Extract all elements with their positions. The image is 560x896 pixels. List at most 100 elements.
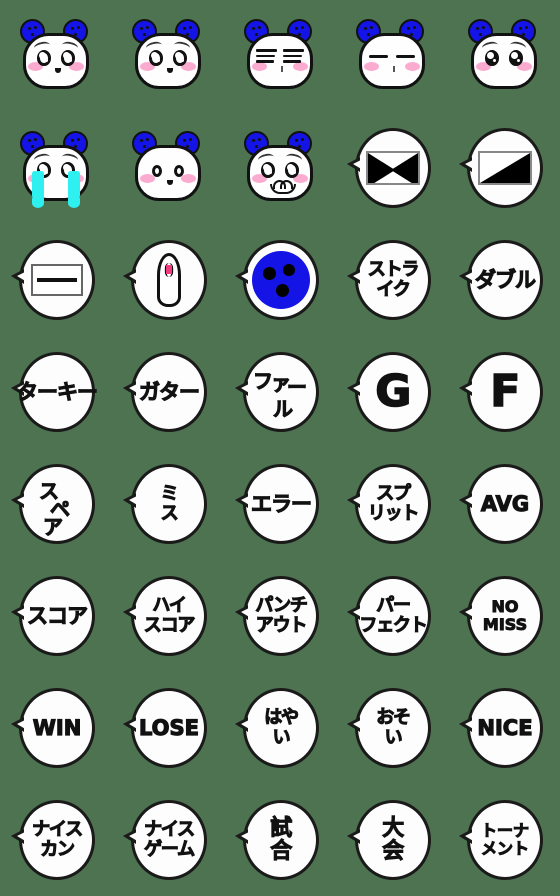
ear-hole	[301, 138, 304, 141]
emoji-cell-2[interactable]	[112, 0, 224, 112]
emoji-cell-21[interactable]: スペア	[0, 448, 112, 560]
bubble-nice-game[interactable]: ナイス ゲーム	[122, 794, 214, 886]
emoji-cell-36[interactable]: ナイス カン	[0, 784, 112, 896]
emoji-cell-18[interactable]: ファール	[224, 336, 336, 448]
emoji-cell-8[interactable]	[224, 112, 336, 224]
speech-bubble: パー フェクト	[347, 576, 431, 656]
speech-bubble: 試合	[235, 800, 319, 880]
closed-eye-l	[256, 49, 277, 65]
bubble-dash-rectangle[interactable]	[10, 234, 102, 326]
bubble-shiai[interactable]: 試合	[234, 794, 326, 886]
emoji-cell-32[interactable]: LOSE	[112, 672, 224, 784]
emoji-cell-5[interactable]	[448, 0, 560, 112]
eye-highlight-small	[517, 59, 520, 62]
speech-bubble: ガター	[123, 352, 207, 432]
eye-l	[261, 162, 275, 178]
bubble-turkey[interactable]: ターキー	[10, 346, 102, 438]
bubble-avg[interactable]: AVG	[458, 458, 550, 550]
bubble-text-line: F	[489, 366, 521, 417]
bubble-foul[interactable]: ファール	[234, 346, 326, 438]
emoji-cell-13[interactable]	[224, 224, 336, 336]
bubble-letter-f[interactable]: F	[458, 346, 550, 438]
bubble-nice-can[interactable]: ナイス カン	[10, 794, 102, 886]
emoji-cell-1[interactable]	[0, 0, 112, 112]
emoji-cell-12[interactable]	[112, 224, 224, 336]
emoji-cell-9[interactable]	[336, 112, 448, 224]
emoji-cell-7[interactable]	[112, 112, 224, 224]
bubble-nice[interactable]: NICE	[458, 682, 550, 774]
emoji-cell-17[interactable]: ガター	[112, 336, 224, 448]
emoji-cell-16[interactable]: ターキー	[0, 336, 112, 448]
bubble-letter-g[interactable]: G	[346, 346, 438, 438]
bubble-strike[interactable]: ストラ イク	[346, 234, 438, 326]
panda-worried-wavy-mouth[interactable]	[234, 122, 326, 214]
bubble-perfect[interactable]: パー フェクト	[346, 570, 438, 662]
emoji-cell-28[interactable]: パンチ アウト	[224, 560, 336, 672]
bubble-double[interactable]: ダブル	[458, 234, 550, 326]
emoji-cell-35[interactable]: NICE	[448, 672, 560, 784]
bubble-win[interactable]: WIN	[10, 682, 102, 774]
panda-closed-bars-eyes[interactable]	[234, 10, 326, 102]
emoji-cell-10[interactable]	[448, 112, 560, 224]
emoji-cell-22[interactable]: ミス	[112, 448, 224, 560]
emoji-cell-15[interactable]: ダブル	[448, 224, 560, 336]
bubble-osoi[interactable]: おそい	[346, 682, 438, 774]
bubble-no-miss[interactable]: NO MISS	[458, 570, 550, 662]
bubble-bowling-ball[interactable]	[234, 234, 326, 326]
emoji-cell-37[interactable]: ナイス ゲーム	[112, 784, 224, 896]
emoji-cell-29[interactable]: パー フェクト	[336, 560, 448, 672]
ear-hole	[31, 33, 34, 36]
emoji-cell-11[interactable]	[0, 224, 112, 336]
emoji-cell-14[interactable]: ストラ イク	[336, 224, 448, 336]
bubble-spare[interactable]: スペア	[10, 458, 102, 550]
panda-flat-slit-eyes[interactable]	[346, 10, 438, 102]
emoji-cell-38[interactable]: 試合	[224, 784, 336, 896]
bubble-punch-out[interactable]: パンチ アウト	[234, 570, 326, 662]
flat-eye-right	[396, 55, 415, 58]
bubble-high-score[interactable]: ハイ スコア	[122, 570, 214, 662]
emoji-cell-3[interactable]	[224, 0, 336, 112]
ear-hole	[367, 33, 370, 36]
eye-line	[283, 49, 304, 52]
speech-bubble: NICE	[459, 688, 543, 768]
emoji-cell-20[interactable]: F	[448, 336, 560, 448]
panda-smile-sparkle-eyes-2[interactable]	[122, 10, 214, 102]
emoji-cell-25[interactable]: AVG	[448, 448, 560, 560]
speech-bubble: WIN	[11, 688, 95, 768]
emoji-cell-30[interactable]: NO MISS	[448, 560, 560, 672]
emoji-cell-24[interactable]: スプ リット	[336, 448, 448, 560]
ear-hole	[143, 145, 146, 148]
panda-surprised-round-eyes[interactable]	[122, 122, 214, 214]
bubble-taikai[interactable]: 大会	[346, 794, 438, 886]
emoji-cell-4[interactable]	[336, 0, 448, 112]
panda-character	[122, 10, 214, 102]
bubble-hayai[interactable]: はやい	[234, 682, 326, 774]
emoji-cell-40[interactable]: トーナ メント	[448, 784, 560, 896]
bubble-split[interactable]: スプ リット	[346, 458, 438, 550]
speech-bubble: ストラ イク	[347, 240, 431, 320]
emoji-cell-31[interactable]: WIN	[0, 672, 112, 784]
bubble-lose[interactable]: LOSE	[122, 682, 214, 774]
panda-smile-sparkle-eyes[interactable]	[10, 10, 102, 102]
panda-crying-tears[interactable]	[10, 122, 102, 214]
bubble-miss[interactable]: ミス	[122, 458, 214, 550]
emoji-sticker-grid: ストラ イク ダブルターキー ガター ファール G F スペア ミス エラー スプ リット AVG スコア…	[0, 0, 560, 896]
bubble-half-rectangle[interactable]	[458, 122, 550, 214]
bubble-tournament[interactable]: トーナ メント	[458, 794, 550, 886]
bubble-bowling-pin[interactable]	[122, 234, 214, 326]
emoji-cell-6[interactable]	[0, 112, 112, 224]
emoji-cell-39[interactable]: 大会	[336, 784, 448, 896]
emoji-cell-23[interactable]: エラー	[224, 448, 336, 560]
emoji-cell-34[interactable]: おそい	[336, 672, 448, 784]
bubble-text-line: ストラ	[367, 259, 420, 280]
bubble-gutter[interactable]: ガター	[122, 346, 214, 438]
bubble-x-rectangle[interactable]	[346, 122, 438, 214]
emoji-cell-26[interactable]: スコア	[0, 560, 112, 672]
bubble-error[interactable]: エラー	[234, 458, 326, 550]
bubble-score[interactable]: スコア	[10, 570, 102, 662]
panda-teary-big-eyes[interactable]	[458, 10, 550, 102]
emoji-cell-27[interactable]: ハイ スコア	[112, 560, 224, 672]
emoji-cell-19[interactable]: G	[336, 336, 448, 448]
emoji-cell-33[interactable]: はやい	[224, 672, 336, 784]
ball-hole	[283, 264, 295, 276]
